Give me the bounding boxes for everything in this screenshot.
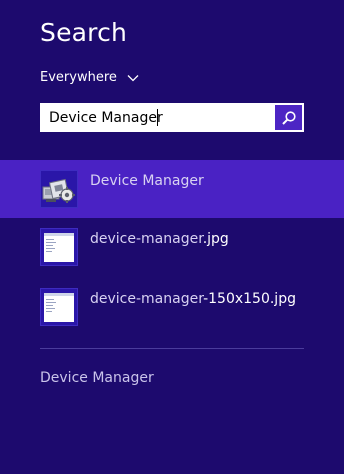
image-thumbnail-icon	[40, 228, 78, 266]
search-pane-title: Search	[40, 18, 128, 47]
search-result-match: device-manager	[90, 291, 204, 307]
search-result-suffix: .jpg	[202, 231, 229, 247]
text-caret	[157, 109, 158, 126]
search-icon	[281, 110, 296, 125]
search-result-file[interactable]: device-manager-150x150.jpg	[0, 278, 344, 336]
search-result-match: device-manager	[90, 231, 203, 247]
search-result-label: Device Manager	[90, 173, 204, 189]
search-button[interactable]	[275, 105, 302, 130]
search-result-label: device-manager.jpg	[90, 231, 229, 247]
chevron-down-icon	[127, 74, 139, 81]
search-scope-label: Everywhere	[40, 70, 117, 85]
search-result-label: device-manager-150x150.jpg	[90, 291, 296, 307]
search-scope-dropdown[interactable]: Everywhere	[40, 70, 139, 85]
search-result-match: Device Manager	[90, 173, 204, 189]
search-suggestion[interactable]: Device Manager	[40, 370, 154, 386]
search-box	[40, 103, 304, 132]
search-result-suffix: -150x150.jpg	[203, 291, 296, 307]
device-manager-app-icon	[40, 170, 78, 208]
image-thumbnail-icon	[40, 288, 78, 326]
search-result-file[interactable]: device-manager.jpg	[0, 218, 344, 276]
search-result-app[interactable]: Device Manager	[0, 160, 344, 218]
results-divider	[40, 348, 304, 349]
